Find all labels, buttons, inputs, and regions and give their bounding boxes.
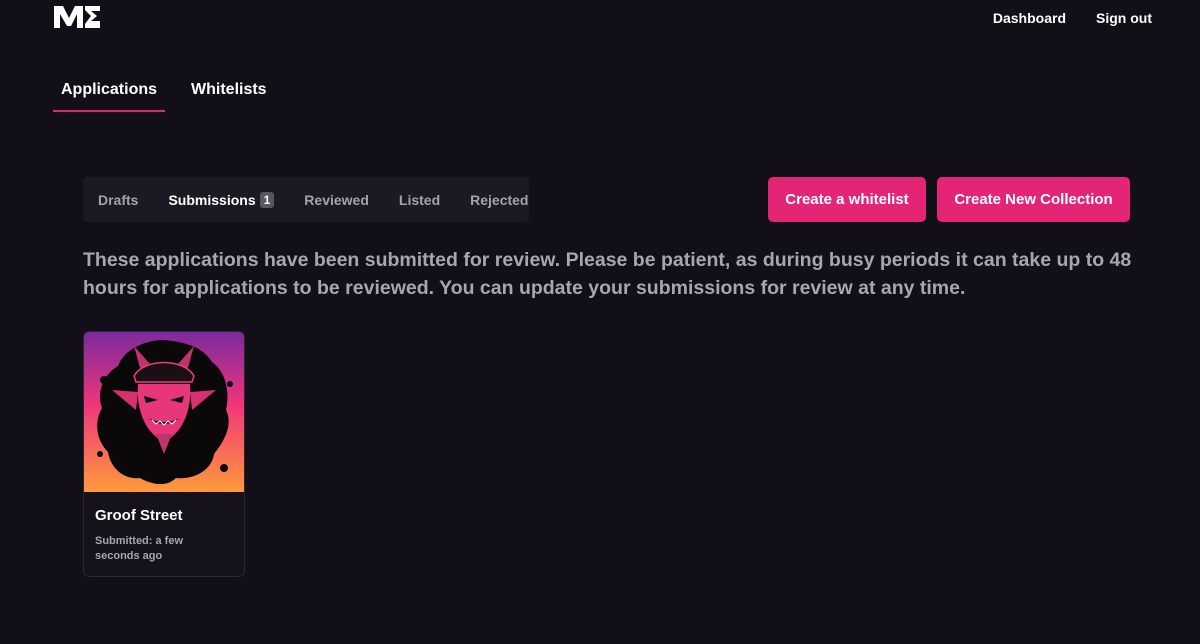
main-tabs: Applications Whitelists — [53, 81, 275, 112]
filter-tab-listed[interactable]: Listed — [399, 192, 440, 208]
submissions-count-badge: 1 — [259, 191, 275, 208]
nav-dashboard-link[interactable]: Dashboard — [993, 10, 1066, 26]
filter-tab-label: Reviewed — [304, 191, 369, 208]
tab-applications[interactable]: Applications — [53, 81, 166, 112]
collection-status: Submitted: a few seconds ago — [95, 535, 184, 562]
top-nav: Dashboard Sign out — [993, 10, 1152, 26]
create-whitelist-button[interactable]: Create a whitelist — [768, 177, 926, 222]
collection-card[interactable]: Groof Street Submitted: a few seconds ag… — [83, 331, 245, 577]
filter-tab-label: Drafts — [98, 191, 139, 208]
nav-sign-out-link[interactable]: Sign out — [1096, 10, 1152, 26]
filter-tab-label: Listed — [398, 191, 441, 208]
submissions-description: These applications have been submitted f… — [83, 249, 1132, 299]
page: Dashboard Sign out Applications Whitelis… — [0, 0, 1200, 644]
filter-tabs: Drafts Submissions 1 Reviewed Listed Rej… — [83, 177, 529, 222]
filter-tab-label: Rejected — [470, 191, 529, 208]
filter-tab-submissions[interactable]: Submissions 1 — [168, 191, 275, 208]
collection-image — [84, 332, 244, 492]
filter-tab-label: Submissions — [168, 191, 256, 208]
filter-tab-reviewed[interactable]: Reviewed — [304, 192, 369, 208]
filter-tab-rejected[interactable]: Rejected — [470, 192, 528, 208]
tab-whitelists[interactable]: Whitelists — [183, 81, 275, 112]
logo[interactable] — [52, 2, 102, 30]
create-collection-button[interactable]: Create New Collection — [937, 177, 1130, 222]
collection-title: Groof Street — [95, 507, 183, 524]
filter-tab-drafts[interactable]: Drafts — [98, 192, 138, 208]
